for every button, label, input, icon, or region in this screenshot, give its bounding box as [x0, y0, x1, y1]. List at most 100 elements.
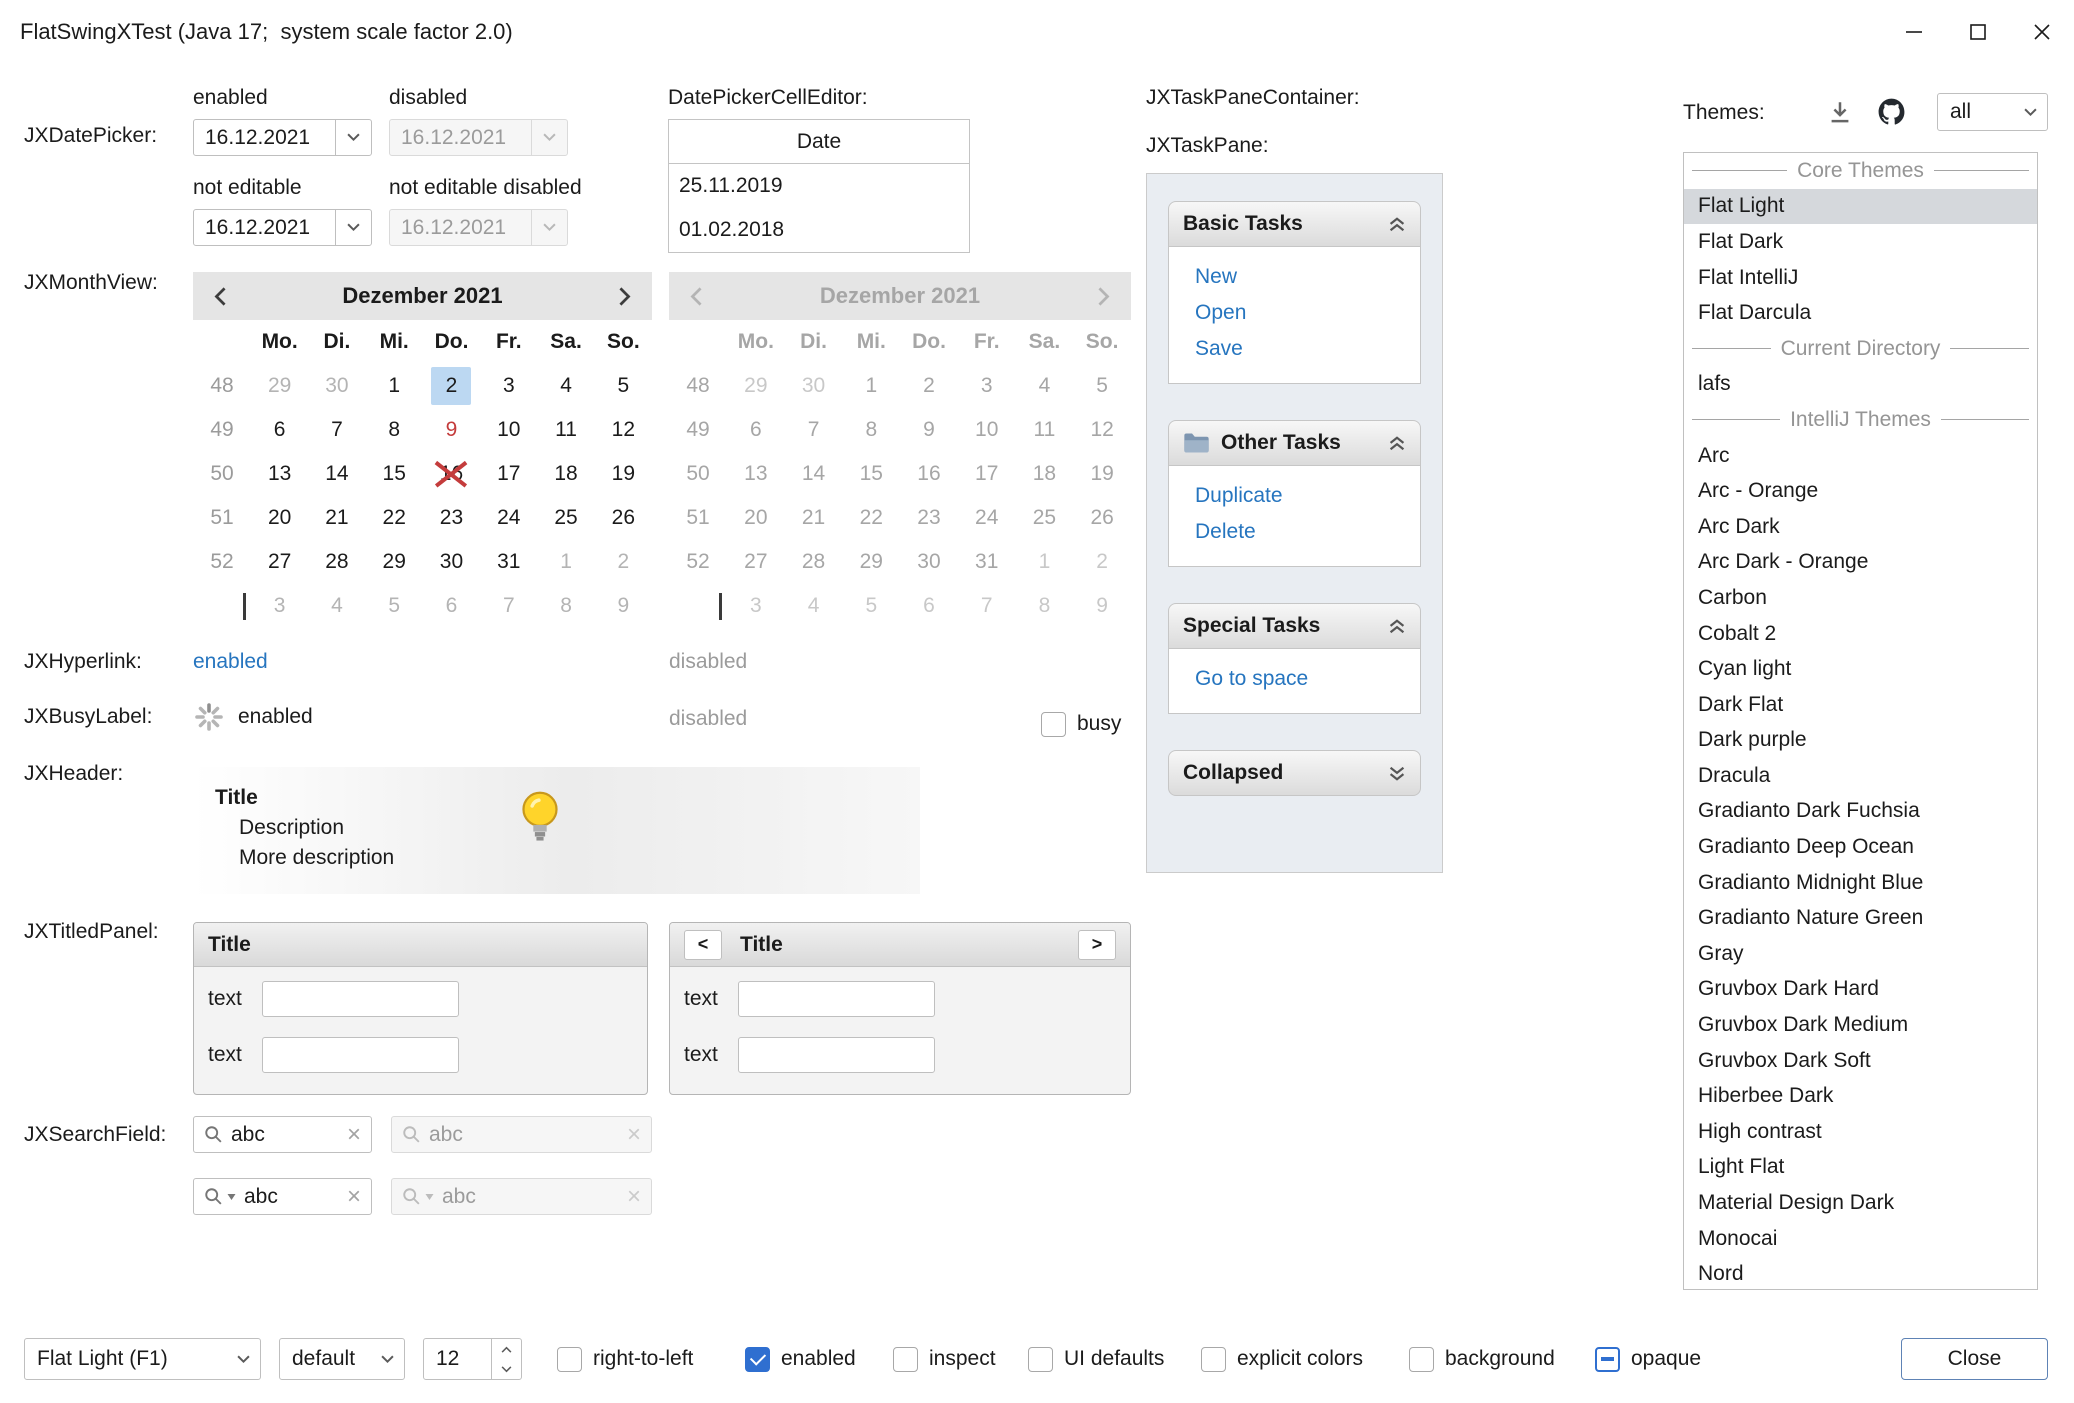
- checkbox-opaque[interactable]: opaque: [1595, 1338, 1701, 1380]
- date-cell[interactable]: 52: [193, 540, 251, 584]
- date-cell[interactable]: 28: [308, 540, 365, 584]
- maximize-button[interactable]: [1946, 0, 2010, 63]
- date-cell[interactable]: 4: [308, 584, 365, 628]
- theme-item[interactable]: Dark purple: [1684, 723, 2037, 759]
- checkbox-box[interactable]: [1201, 1347, 1226, 1372]
- date-cell[interactable]: 30: [308, 364, 365, 408]
- date-cell[interactable]: 30: [423, 540, 480, 584]
- theme-item[interactable]: Arc - Orange: [1684, 473, 2037, 509]
- clear-icon[interactable]: ×: [347, 1185, 361, 1209]
- theme-item[interactable]: Core Themes: [1684, 153, 2037, 189]
- date-value[interactable]: 16.12.2021: [194, 120, 335, 155]
- theme-item[interactable]: Dark Flat: [1684, 687, 2037, 723]
- search-field[interactable]: ×: [391, 1116, 652, 1153]
- collapse-up-icon[interactable]: [1388, 216, 1406, 233]
- datepicker-enabled[interactable]: 16.12.2021: [193, 119, 372, 156]
- date-cell[interactable]: 29: [251, 364, 308, 408]
- date-cell[interactable]: 6: [251, 408, 308, 452]
- taskpane-header[interactable]: Special Tasks: [1168, 603, 1421, 649]
- collapse-down-icon[interactable]: [1388, 765, 1406, 782]
- theme-item[interactable]: Arc Dark: [1684, 509, 2037, 545]
- date-cell[interactable]: 50: [193, 452, 251, 496]
- date-cell[interactable]: 51: [193, 496, 251, 540]
- date-cell[interactable]: 15: [366, 452, 423, 496]
- theme-item[interactable]: Gruvbox Dark Soft: [1684, 1043, 2037, 1079]
- theme-item[interactable]: Nord: [1684, 1256, 2037, 1290]
- checkbox-box[interactable]: [745, 1347, 770, 1372]
- date-cell[interactable]: 31: [480, 540, 537, 584]
- search-field[interactable]: ×: [193, 1116, 372, 1153]
- spinner-down-icon[interactable]: [492, 1359, 521, 1379]
- collapse-up-icon[interactable]: [1388, 618, 1406, 635]
- date-cell[interactable]: 11: [537, 408, 594, 452]
- theme-item[interactable]: Dracula: [1684, 758, 2037, 794]
- date-cell[interactable]: 7: [308, 408, 365, 452]
- next-month-icon[interactable]: [613, 287, 636, 306]
- date-cell[interactable]: 6: [423, 584, 480, 628]
- checkbox-right-to-left[interactable]: right-to-left: [557, 1338, 693, 1380]
- datepicker-dropdown-button[interactable]: [335, 120, 371, 155]
- search-input[interactable]: [442, 1185, 619, 1209]
- theme-item[interactable]: Arc: [1684, 438, 2037, 474]
- theme-item[interactable]: Gray: [1684, 936, 2037, 972]
- text-input[interactable]: [738, 1037, 935, 1073]
- checkbox-box[interactable]: [893, 1347, 918, 1372]
- theme-item[interactable]: Cyan light: [1684, 651, 2037, 687]
- prev-month-icon[interactable]: [209, 287, 232, 306]
- taskpane-header[interactable]: Basic Tasks: [1168, 201, 1421, 247]
- date-cell[interactable]: 2: [595, 540, 652, 584]
- font-size-spinner[interactable]: 12: [423, 1338, 522, 1380]
- date-cell[interactable]: 3: [480, 364, 537, 408]
- theme-item[interactable]: Gruvbox Dark Hard: [1684, 972, 2037, 1008]
- date-cell[interactable]: 5: [595, 364, 652, 408]
- theme-item[interactable]: lafs: [1684, 367, 2037, 403]
- date-cell[interactable]: 19: [595, 452, 652, 496]
- checkbox-box[interactable]: [557, 1347, 582, 1372]
- datepicker-dropdown-button[interactable]: [335, 210, 371, 245]
- busy-checkbox-group[interactable]: busy: [1041, 703, 1121, 745]
- close-window-button[interactable]: [2010, 0, 2074, 63]
- datepicker-noteditable[interactable]: 16.12.2021: [193, 209, 372, 246]
- theme-item[interactable]: Current Directory: [1684, 331, 2037, 367]
- theme-item[interactable]: Gradianto Midnight Blue: [1684, 865, 2037, 901]
- date-cell[interactable]: 23: [423, 496, 480, 540]
- theme-item[interactable]: Light Flat: [1684, 1150, 2037, 1186]
- theme-item[interactable]: Flat Dark: [1684, 224, 2037, 260]
- date-cell[interactable]: 25: [537, 496, 594, 540]
- date-cell[interactable]: 48: [193, 364, 251, 408]
- checkbox-box[interactable]: [1595, 1347, 1620, 1372]
- search-input[interactable]: [231, 1123, 339, 1147]
- titledpanel-next-button[interactable]: >: [1078, 930, 1116, 960]
- theme-item[interactable]: Gradianto Nature Green: [1684, 900, 2037, 936]
- theme-item[interactable]: Arc Dark - Orange: [1684, 545, 2037, 581]
- date-cell[interactable]: 14: [308, 452, 365, 496]
- close-button[interactable]: Close: [1901, 1338, 2048, 1380]
- search-field[interactable]: ×: [391, 1178, 652, 1215]
- date-cell[interactable]: 20: [251, 496, 308, 540]
- search-input[interactable]: [429, 1123, 619, 1147]
- theme-item[interactable]: Carbon: [1684, 580, 2037, 616]
- titledpanel-prev-button[interactable]: <: [684, 930, 722, 960]
- busy-checkbox[interactable]: [1041, 712, 1066, 737]
- taskpane-header[interactable]: Other Tasks: [1168, 420, 1421, 466]
- date-cell[interactable]: 2: [423, 364, 480, 408]
- date-cell[interactable]: 22: [366, 496, 423, 540]
- taskpane-link[interactable]: Go to space: [1195, 661, 1420, 697]
- collapse-up-icon[interactable]: [1388, 435, 1406, 452]
- theme-item[interactable]: Material Design Dark: [1684, 1185, 2037, 1221]
- minimize-button[interactable]: [1882, 0, 1946, 63]
- clear-icon[interactable]: ×: [347, 1123, 361, 1147]
- checkbox-enabled[interactable]: enabled: [745, 1338, 856, 1380]
- laf-combo[interactable]: Flat Light (F1): [24, 1338, 261, 1380]
- date-cell[interactable]: 49: [193, 408, 251, 452]
- search-input[interactable]: [244, 1185, 339, 1209]
- github-icon[interactable]: [1876, 96, 1907, 127]
- style-combo[interactable]: default: [279, 1338, 405, 1380]
- download-icon[interactable]: [1826, 98, 1854, 126]
- date-cell[interactable]: 8: [537, 584, 594, 628]
- theme-item[interactable]: High contrast: [1684, 1114, 2037, 1150]
- date-cell[interactable]: 29: [366, 540, 423, 584]
- theme-item[interactable]: Flat IntelliJ: [1684, 260, 2037, 296]
- spinner-buttons[interactable]: [491, 1339, 521, 1379]
- taskpane-link[interactable]: Delete: [1195, 514, 1420, 550]
